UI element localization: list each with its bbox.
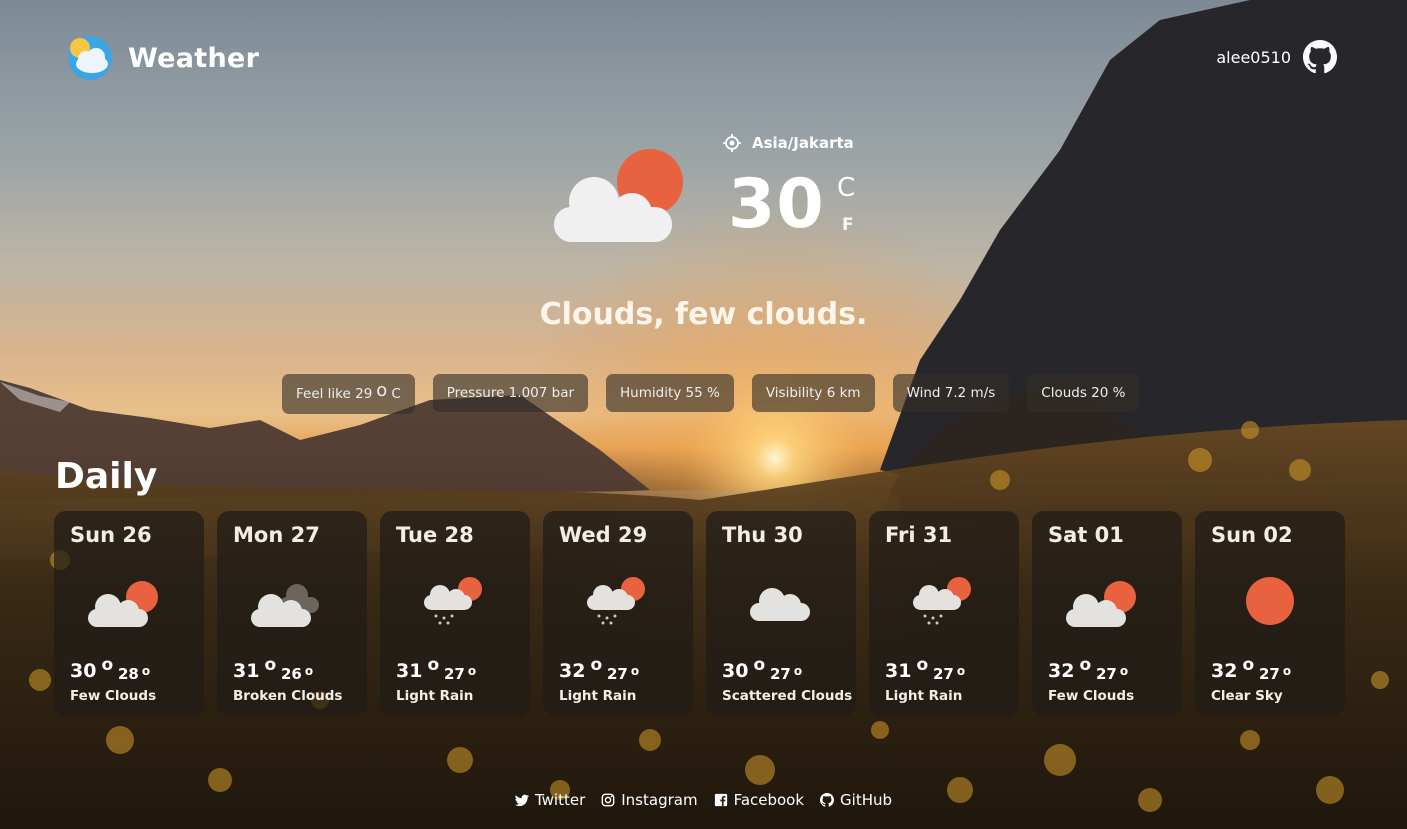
rain-sun-icon	[913, 577, 971, 625]
app-title: Weather	[128, 42, 260, 74]
wind-chip: Wind 7.2 m/s	[892, 374, 1010, 412]
condition-label: Few Clouds	[1048, 688, 1135, 704]
condition-label: Few Clouds	[70, 688, 157, 704]
temp-high: 32 o	[1211, 655, 1255, 682]
instagram-label: Instagram	[621, 791, 698, 809]
day-card[interactable]: Sat 01 32 o 27 o Few Clouds	[1032, 511, 1182, 716]
day-label: Fri 31	[885, 523, 953, 547]
cloud-sun-icon	[1066, 581, 1136, 627]
feel-like-label: Feel like 29	[296, 386, 373, 402]
weather-logo-icon	[66, 34, 114, 82]
twitter-label: Twitter	[534, 791, 586, 809]
day-label: Sat 01	[1048, 523, 1124, 547]
temp-high: 31 o	[885, 655, 929, 682]
day-label: Thu 30	[722, 523, 803, 547]
temp-low: 27 o	[1259, 664, 1292, 683]
unit-celsius-toggle[interactable]: C	[837, 173, 855, 203]
temp-high: 31 o	[233, 655, 277, 682]
day-label: Sun 26	[70, 523, 152, 547]
twitter-link[interactable]: Twitter	[514, 791, 586, 809]
location-target-icon	[723, 134, 741, 152]
twitter-icon	[514, 794, 529, 807]
github-icon[interactable]	[1303, 40, 1337, 74]
temp-low: 26 o	[281, 664, 314, 683]
condition-label: Light Rain	[559, 688, 637, 704]
github-icon	[820, 793, 835, 807]
day-label: Tue 28	[396, 523, 474, 547]
facebook-icon	[714, 793, 727, 807]
temp-low: 27 o	[607, 664, 640, 683]
temp-low: 28 o	[118, 664, 151, 683]
instagram-link[interactable]: Instagram	[601, 791, 698, 809]
day-card[interactable]: Wed 29 32 o 27 o Light Rain	[543, 511, 693, 716]
condition-label: Broken Clouds	[233, 688, 343, 704]
github-label: GitHub	[840, 791, 893, 809]
temp-high: 31 o	[396, 655, 440, 682]
day-card[interactable]: Sun 02 32 o 27 o Clear Sky	[1195, 511, 1345, 716]
weather-stats: Feel like 29 o C Pressure 1.007 bar Humi…	[282, 374, 1140, 414]
location-name: Asia/Jakarta	[752, 134, 854, 152]
cloud-sun-icon	[554, 149, 683, 242]
daily-title: Daily	[55, 456, 158, 497]
rain-sun-icon	[424, 577, 482, 625]
temp-low: 27 o	[933, 664, 966, 683]
temp-high: 30 o	[70, 655, 114, 682]
feel-like-unit: C	[391, 386, 401, 402]
footer-links: Twitter Instagram Facebook GitHub	[0, 791, 1407, 809]
day-card[interactable]: Mon 27 31 o 26 o Broken Clouds	[217, 511, 367, 716]
username: alee0510	[1216, 47, 1291, 67]
condition-label: Light Rain	[885, 688, 963, 704]
condition-label: Clear Sky	[1211, 688, 1283, 704]
user-area[interactable]: alee0510	[1216, 40, 1337, 74]
pressure-chip: Pressure 1.007 bar	[432, 374, 589, 412]
github-link[interactable]: GitHub	[820, 791, 892, 809]
location[interactable]: Asia/Jakarta	[722, 133, 854, 153]
cloud-icon	[750, 588, 810, 621]
current-temperature: 30	[728, 165, 825, 244]
feel-like-chip: Feel like 29 o C	[282, 374, 415, 414]
brand[interactable]: Weather	[66, 34, 259, 82]
temp-low: 27 o	[1096, 664, 1129, 683]
condition-label: Scattered Clouds	[722, 688, 853, 704]
humidity-chip: Humidity 55 %	[606, 374, 734, 412]
day-card[interactable]: Sun 26 30 o 28 o Few Clouds	[54, 511, 204, 716]
instagram-icon	[601, 793, 615, 807]
visibility-chip: Visibility 6 km	[751, 374, 875, 412]
clouds-chip: Clouds 20 %	[1027, 374, 1140, 412]
temp-low: 27 o	[444, 664, 477, 683]
degree-symbol: o	[376, 379, 388, 401]
facebook-label: Facebook	[733, 791, 805, 809]
facebook-link[interactable]: Facebook	[714, 791, 804, 809]
app-header: Weather alee0510	[0, 0, 1407, 110]
sun-icon	[1246, 577, 1294, 625]
temp-high: 32 o	[559, 655, 603, 682]
day-label: Mon 27	[233, 523, 320, 547]
temp-high: 32 o	[1048, 655, 1092, 682]
temp-low: 27 o	[770, 664, 803, 683]
day-label: Wed 29	[559, 523, 648, 547]
day-label: Sun 02	[1211, 523, 1293, 547]
condition-label: Light Rain	[396, 688, 474, 704]
temp-high: 30 o	[722, 655, 766, 682]
day-card[interactable]: Tue 28 31 o 27 o Light Rain	[380, 511, 530, 716]
day-card[interactable]: Fri 31 31 o 27 o Light Rain	[869, 511, 1019, 716]
day-card[interactable]: Thu 30 30 o 27 o Scattered Clouds	[706, 511, 856, 716]
rain-sun-icon	[587, 577, 645, 625]
broken-clouds-icon	[251, 584, 319, 627]
unit-fahrenheit-toggle[interactable]: F	[842, 215, 854, 235]
weather-description: Clouds, few clouds.	[539, 297, 868, 332]
daily-forecast: Sun 26 30 o 28 o Few Clouds Mon 27 31 o 26 o…	[54, 511, 1345, 716]
cloud-sun-icon	[88, 581, 158, 627]
